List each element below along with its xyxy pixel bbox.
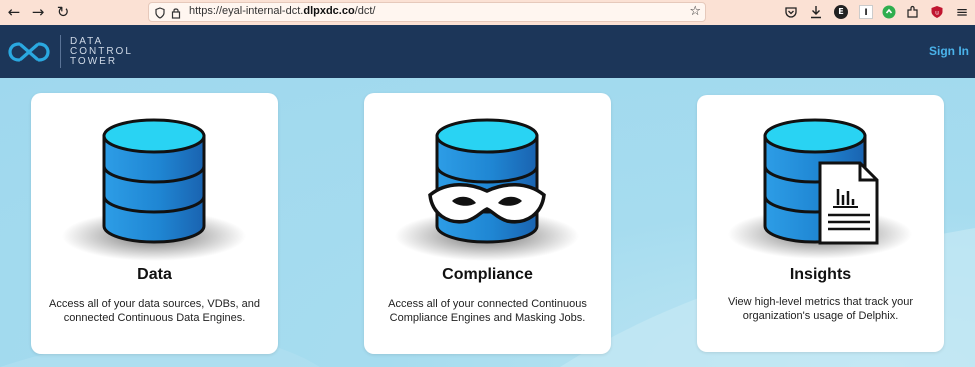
browser-toolbar: ← → ↻ https://eyal-internal-dct.dlpxdc.c… (0, 0, 975, 25)
compliance-card[interactable]: Compliance Access all of your connected … (364, 93, 611, 354)
compliance-card-description: Access all of your connected Continuous … (388, 298, 587, 324)
bookmark-star-icon[interactable]: ☆ (689, 4, 701, 19)
lock-icon (171, 8, 181, 19)
extension-i-icon[interactable]: I (859, 5, 873, 19)
data-card[interactable]: Data Access all of your data sources, VD… (31, 93, 278, 354)
main-content: Data Access all of your data sources, VD… (0, 78, 975, 367)
extension-green-icon[interactable] (882, 5, 896, 19)
database-icon (62, 118, 246, 261)
back-arrow-icon[interactable]: ← (6, 4, 22, 20)
data-card-title: Data (137, 266, 172, 283)
sign-in-link[interactable]: Sign In (929, 44, 969, 58)
logo-divider (60, 35, 61, 68)
insights-card-description: View high-level metrics that track your … (727, 296, 914, 322)
url-text: https://eyal-internal-dct.dlpxdc.co/dct/ (189, 5, 376, 17)
ublock-icon[interactable]: u (930, 5, 944, 19)
forward-arrow-icon[interactable]: → (30, 4, 46, 20)
svg-text:u: u (935, 10, 939, 17)
data-card-description: Access all of your data sources, VDBs, a… (49, 298, 260, 324)
pocket-icon[interactable] (784, 5, 798, 19)
address-bar[interactable]: https://eyal-internal-dct.dlpxdc.co/dct/… (148, 2, 706, 22)
compliance-card-title: Compliance (442, 266, 533, 283)
insights-card[interactable]: Insights View high-level metrics that tr… (697, 95, 944, 352)
database-report-icon (728, 118, 912, 259)
masked-database-icon (395, 118, 579, 261)
extension-e-icon[interactable]: E (834, 5, 848, 19)
app-header: DATA CONTROL TOWER Sign In (0, 25, 975, 78)
insights-card-title: Insights (789, 266, 852, 283)
logo-wordmark: DATA CONTROL TOWER (70, 36, 133, 67)
menu-icon[interactable]: ≡ (955, 5, 969, 20)
reload-icon[interactable]: ↻ (55, 4, 71, 20)
extensions-puzzle-icon[interactable] (906, 5, 920, 19)
shield-icon (155, 7, 165, 19)
logo-icon (8, 42, 50, 62)
download-icon[interactable] (809, 5, 823, 19)
